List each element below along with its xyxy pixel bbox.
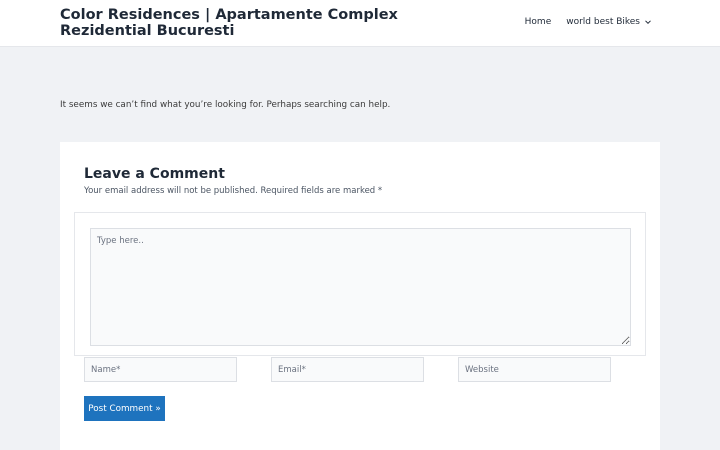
- post-comment-button[interactable]: Post Comment »: [84, 396, 165, 421]
- name-input[interactable]: [84, 357, 237, 382]
- comment-textarea-frame: [74, 212, 646, 356]
- comment-title: Leave a Comment: [84, 166, 225, 182]
- site-title[interactable]: Color Residences | Apartamente Complex R…: [60, 7, 480, 39]
- email-input[interactable]: [271, 357, 424, 382]
- not-found-message: It seems we can’t find what you’re looki…: [60, 100, 391, 110]
- comment-note: Your email address will not be published…: [84, 186, 383, 196]
- nav-item-label: Home: [524, 17, 552, 27]
- nav-item-world-best-bikes[interactable]: world best Bikes: [566, 17, 652, 27]
- main-nav: Home world best Bikes: [525, 17, 652, 27]
- site-header: Color Residences | Apartamente Complex R…: [0, 0, 720, 47]
- comment-section: Leave a Comment Your email address will …: [60, 142, 660, 450]
- nav-item-home[interactable]: Home: [525, 17, 552, 27]
- chevron-down-icon: [645, 20, 651, 25]
- comment-textarea[interactable]: [90, 228, 631, 346]
- website-input[interactable]: [458, 357, 611, 382]
- nav-item-label: world best Bikes: [566, 17, 640, 27]
